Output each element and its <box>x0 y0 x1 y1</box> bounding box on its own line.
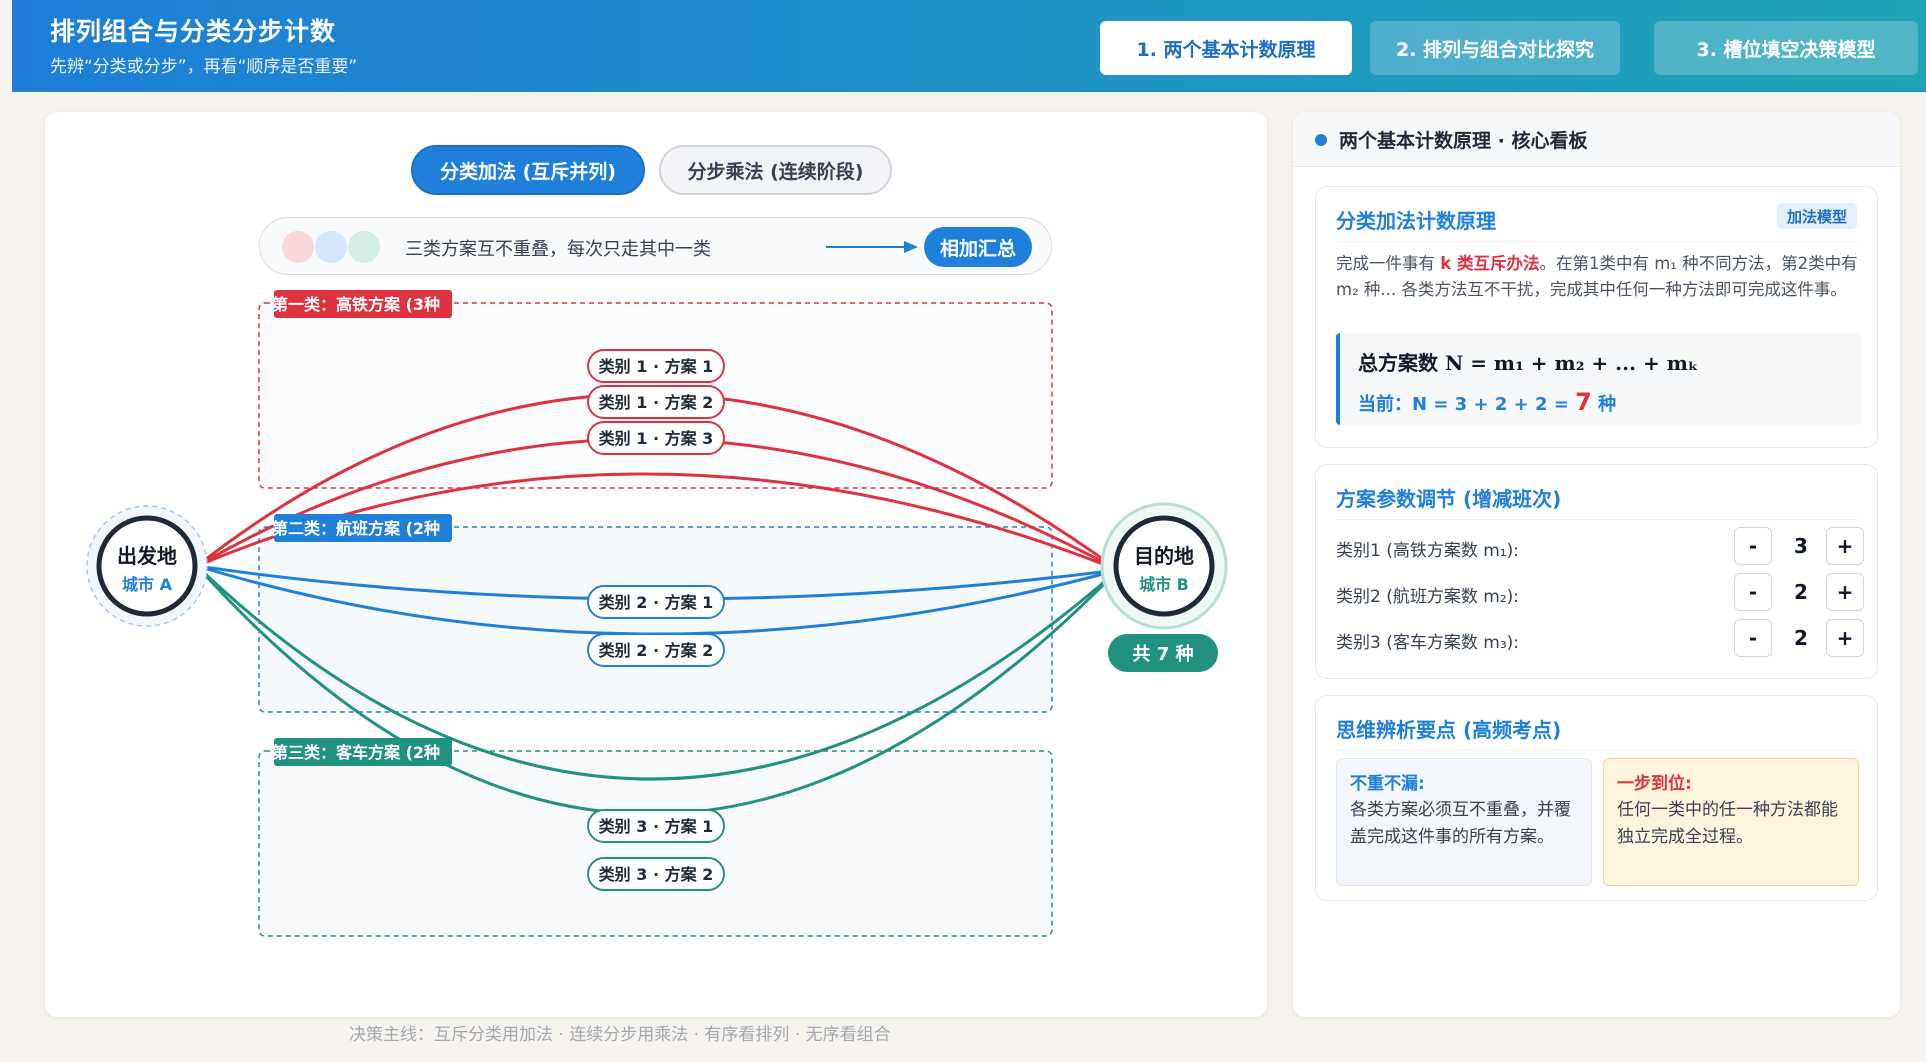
dashboard-panel: 两个基本计数原理 · 核心看板 分类加法计数原理 加法模型 完成一件事有 k 类… <box>1293 112 1900 1017</box>
group-tag-flight: 第二类：航班方案 (2种 <box>272 519 440 538</box>
model-chip: 加法模型 <box>1776 203 1857 229</box>
bus-count-value: 2 <box>1794 626 1808 650</box>
tips-card: 思维辨析要点 (高频考点) 不重不漏: 各类方案必须互不重叠，并覆盖完成这件事的… <box>1315 695 1878 901</box>
tip-body: 任何一类中的任一种方法都能独立完成全过程。 <box>1617 800 1838 847</box>
tips-title: 思维辨析要点 (高频考点) <box>1336 718 1562 742</box>
total-count-badge: 共 7 种 <box>1108 634 1218 672</box>
app-title: 排列组合与分类分步计数 <box>50 17 337 46</box>
divider <box>1336 241 1857 242</box>
tip-title: 不重不漏: <box>1350 774 1425 794</box>
origin-city: 城市 A <box>122 575 173 594</box>
flight-color-dot <box>315 231 347 263</box>
addition-mode-button[interactable]: 分类加法 (互斥并列) <box>411 145 645 195</box>
option-label: 类别 2 · 方案 1 <box>599 593 714 612</box>
param-label-bus: 类别3 (客车方案数 m₃): <box>1336 633 1519 653</box>
origin-label: 出发地 <box>117 544 177 568</box>
principle-card: 分类加法计数原理 加法模型 完成一件事有 k 类互斥办法。在第1类中有 m₁ 种… <box>1315 186 1878 448</box>
app-header: 排列组合与分类分步计数 先辨“分类或分步”，再看“顺序是否重要” 1. 两个基本… <box>12 0 1926 92</box>
current-calculation: 当前：N = 3 + 2 + 2 = 7 种 <box>1358 388 1617 416</box>
principle-title: 分类加法计数原理 <box>1336 209 1496 233</box>
highlight-text: k 类互斥办法 <box>1440 254 1540 273</box>
rail-options: 类别 1 · 方案 1 类别 1 · 方案 2 类别 1 · 方案 3 <box>587 349 725 455</box>
option-label: 类别 1 · 方案 2 <box>599 393 714 412</box>
params-card: 方案参数调节 (增减班次) 类别1 (高铁方案数 m₁): - 3 + 类别2 … <box>1315 464 1878 679</box>
decrement-flight-button[interactable]: - <box>1734 573 1772 611</box>
status-dot-icon <box>1315 134 1327 146</box>
tip-no-overlap: 不重不漏: 各类方案必须互不重叠，并覆盖完成这件事的所有方案。 <box>1336 758 1592 886</box>
formula-box: 总方案数 N = m₁ + m₂ + ... + mₖ 当前：N = 3 + 2… <box>1336 333 1861 425</box>
tip-one-step: 一步到位: 任何一类中的任一种方法都能独立完成全过程。 <box>1603 758 1859 886</box>
destination-city: 城市 B <box>1139 575 1189 594</box>
bus-color-dot <box>348 231 380 263</box>
info-text: 三类方案互不重叠，每次只走其中一类 <box>405 239 711 260</box>
dashboard-title: 两个基本计数原理 · 核心看板 <box>1339 130 1588 152</box>
app-subtitle: 先辨“分类或分步”，再看“顺序是否重要” <box>50 57 358 77</box>
divider <box>1336 750 1857 751</box>
option-label: 类别 1 · 方案 3 <box>599 429 714 448</box>
option-label: 类别 2 · 方案 2 <box>599 641 714 660</box>
tab-basic-principles[interactable]: 1. 两个基本计数原理 <box>1100 21 1352 75</box>
params-title: 方案参数调节 (增减班次) <box>1336 487 1562 511</box>
group-tag-rail: 第一类：高铁方案 (3种 <box>272 295 440 314</box>
decrement-bus-button[interactable]: - <box>1734 619 1772 657</box>
divider <box>1336 519 1857 520</box>
tip-body: 各类方案必须互不重叠，并覆盖完成这件事的所有方案。 <box>1350 800 1571 847</box>
formula: 总方案数 N = m₁ + m₂ + ... + mₖ <box>1358 351 1699 375</box>
arrow-right-icon <box>826 241 918 253</box>
increment-rail-button[interactable]: + <box>1826 527 1864 565</box>
increment-flight-button[interactable]: + <box>1826 573 1864 611</box>
sum-button[interactable]: 相加汇总 <box>924 227 1032 267</box>
destination-label: 目的地 <box>1134 544 1194 568</box>
option-label: 类别 3 · 方案 2 <box>599 865 714 884</box>
option-label: 类别 3 · 方案 1 <box>599 817 714 836</box>
decrement-rail-button[interactable]: - <box>1734 527 1772 565</box>
flight-count-value: 2 <box>1794 580 1808 604</box>
rail-count-value: 3 <box>1794 534 1808 558</box>
footer-note: 决策主线：互斥分类用加法 · 连续分步用乘法 · 有序看排列 · 无序看组合 <box>349 1025 891 1045</box>
group-region-flight <box>258 526 1053 713</box>
option-label: 类别 1 · 方案 1 <box>599 357 714 376</box>
group-tag-bus: 第三类：客车方案 (2种 <box>272 743 440 762</box>
multiplication-mode-button[interactable]: 分步乘法 (连续阶段) <box>659 145 892 195</box>
dashboard-header: 两个基本计数原理 · 核心看板 <box>1293 112 1900 167</box>
param-label-flight: 类别2 (航班方案数 m₂): <box>1336 587 1519 607</box>
principle-description: 完成一件事有 k 类互斥办法。在第1类中有 m₁ 种不同方法，第2类中有 m₂ … <box>1336 254 1858 299</box>
tip-title: 一步到位: <box>1617 774 1692 794</box>
current-total: 7 <box>1575 388 1592 416</box>
tab-permutation-combination[interactable]: 2. 排列与组合对比探究 <box>1370 21 1620 75</box>
tab-slot-filling-model[interactable]: 3. 槽位填空决策模型 <box>1654 21 1918 75</box>
info-bar: 三类方案互不重叠，每次只走其中一类 相加汇总 <box>259 217 1052 275</box>
param-label-rail: 类别1 (高铁方案数 m₁): <box>1336 541 1519 561</box>
rail-color-dot <box>282 231 314 263</box>
increment-bus-button[interactable]: + <box>1826 619 1864 657</box>
